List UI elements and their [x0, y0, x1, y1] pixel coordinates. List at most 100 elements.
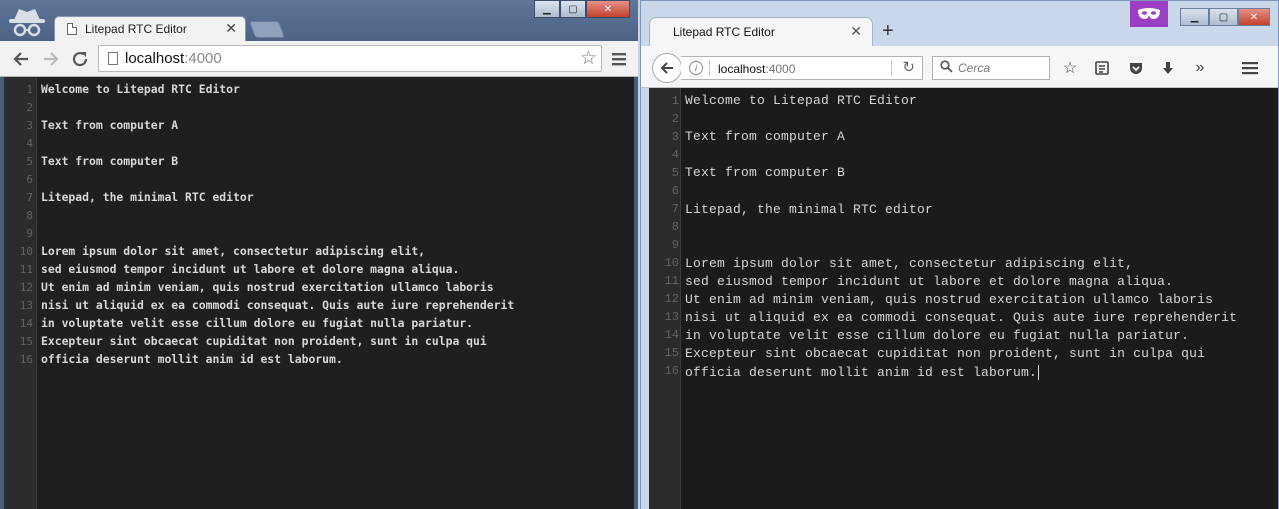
line-number: 2 [671, 112, 679, 126]
line-number: 14 [664, 328, 679, 342]
code-line: in voluptate velit esse cillum dolore eu… [685, 328, 1190, 343]
incognito-icon [9, 9, 45, 37]
line-number: 16 [664, 364, 679, 378]
line-number: 9 [26, 227, 33, 240]
code-line: Excepteur sint obcaecat cupiditat non pr… [685, 346, 1206, 361]
line-number: 11 [19, 263, 33, 276]
line-number-gutter: 1 2 3 4 5 6 7 8 9 10 11 12 13 14 15 16 [649, 88, 681, 509]
code-line: Text from computer A [41, 118, 179, 132]
minimize-button[interactable]: ▁ [1180, 8, 1209, 26]
new-tab-button[interactable]: + [882, 20, 894, 43]
code-line-with-caret: officia deserunt mollit anim id est labo… [685, 365, 1040, 381]
line-number: 8 [26, 209, 33, 222]
back-arrow-icon[interactable] [652, 53, 682, 83]
line-number: 3 [26, 119, 33, 132]
code-line: Litepad, the minimal RTC editor [685, 202, 934, 217]
line-number: 4 [26, 137, 33, 150]
line-number: 6 [26, 173, 33, 186]
text-caret [1038, 365, 1040, 381]
line-number: 16 [19, 353, 33, 366]
code-line: Lorem ipsum dolor sit amet, consectetur … [685, 256, 1134, 271]
divider [709, 60, 710, 76]
search-input[interactable] [958, 60, 1044, 76]
maximize-button[interactable]: ▢ [1209, 8, 1238, 26]
downloads-icon[interactable] [1157, 57, 1179, 79]
code-line: Text from computer A [685, 129, 846, 144]
chrome-window: Litepad RTC Editor ✕ ▁ ▢ ✕ localhost:400… [0, 0, 638, 509]
code-line: Ut enim ad minim veniam, quis nostrud ex… [685, 292, 1214, 307]
firefox-toolbar: i localhost:4000 ↻ ☆ » [641, 46, 1278, 88]
menu-icon[interactable] [1239, 57, 1261, 79]
line-number: 7 [671, 202, 679, 216]
litepad-editor[interactable]: 1 2 3 4 5 6 7 8 9 10 11 12 13 14 15 16 W… [649, 88, 1278, 509]
code-line: Text from computer B [685, 165, 846, 180]
search-icon [940, 60, 953, 76]
firefox-window: Litepad RTC Editor ✕ + ▁ ▢ ✕ i localhost… [640, 0, 1279, 509]
code-line: nisi ut aliquid ex ea commodi consequat.… [41, 298, 515, 312]
line-number-gutter: 1 2 3 4 5 6 7 8 9 10 11 12 13 14 15 16 [4, 77, 37, 509]
pocket-icon[interactable] [1125, 57, 1147, 79]
maximize-button[interactable]: ▢ [560, 0, 586, 18]
chrome-tab-litepad[interactable]: Litepad RTC Editor ✕ [54, 16, 246, 41]
code-line: sed eiusmod tempor incidunt ut labore et… [41, 262, 460, 276]
forward-arrow-icon[interactable] [40, 48, 62, 70]
private-browsing-mask-icon [1130, 1, 1168, 27]
new-tab-button[interactable] [248, 21, 286, 38]
overflow-chevron-icon[interactable]: » [1189, 57, 1211, 79]
bookmark-star-icon[interactable]: ☆ [1059, 57, 1081, 79]
close-button[interactable]: ✕ [586, 0, 630, 18]
line-number: 15 [664, 346, 679, 360]
address-bar[interactable]: localhost:4000 ☆ [98, 45, 602, 72]
chrome-toolbar: localhost:4000 ☆ [0, 41, 638, 77]
close-button[interactable]: ✕ [1238, 8, 1270, 26]
code-line: Ut enim ad minim veniam, quis nostrud ex… [41, 280, 494, 294]
tab-title: Litepad RTC Editor [85, 22, 187, 36]
window-border [641, 88, 649, 509]
code-line: Text from computer B [41, 154, 179, 168]
page-icon [108, 52, 118, 65]
line-number: 2 [26, 101, 33, 114]
code-line: Lorem ipsum dolor sit amet, consectetur … [41, 244, 426, 258]
line-number: 10 [664, 256, 679, 270]
tab-close-icon[interactable]: ✕ [225, 20, 237, 37]
line-number: 13 [19, 299, 33, 312]
line-number: 6 [671, 184, 679, 198]
code-line: nisi ut aliquid ex ea commodi consequat.… [685, 310, 1238, 325]
line-number: 15 [19, 335, 33, 348]
window-controls: ▁ ▢ ✕ [1180, 8, 1270, 26]
line-number: 13 [664, 310, 679, 324]
line-number: 1 [26, 83, 33, 96]
code-line: Litepad, the minimal RTC editor [41, 190, 254, 204]
menu-icon[interactable] [608, 48, 630, 70]
line-number: 9 [671, 238, 679, 252]
code-line: Welcome to Litepad RTC Editor [41, 82, 240, 96]
line-number: 5 [671, 166, 679, 180]
window-border [634, 77, 638, 509]
line-number: 11 [664, 274, 679, 288]
tab-close-icon[interactable]: ✕ [850, 23, 862, 40]
line-number: 12 [664, 292, 679, 306]
search-box[interactable] [932, 56, 1050, 80]
divider [891, 60, 892, 76]
line-number: 5 [26, 155, 33, 168]
bookmark-star-icon[interactable]: ☆ [580, 47, 597, 70]
reload-icon[interactable] [69, 48, 91, 70]
url-text: localhost:4000 [718, 62, 796, 76]
address-bar[interactable]: i localhost:4000 ↻ [681, 56, 923, 80]
back-arrow-icon[interactable] [10, 48, 32, 70]
line-number: 12 [19, 281, 33, 294]
reload-icon[interactable]: ↻ [902, 58, 915, 76]
line-number: 1 [671, 94, 679, 108]
code-line: officia deserunt mollit anim id est labo… [41, 352, 343, 366]
minimize-button[interactable]: ▁ [534, 0, 560, 18]
line-number: 8 [671, 220, 679, 234]
reading-list-icon[interactable] [1091, 57, 1113, 79]
url-text: localhost:4000 [125, 50, 222, 67]
code-line: Excepteur sint obcaecat cupiditat non pr… [41, 334, 487, 348]
window-controls: ▁ ▢ ✕ [534, 0, 630, 18]
litepad-editor[interactable]: 1 2 3 4 5 6 7 8 9 10 11 12 13 14 15 16 W… [4, 77, 634, 509]
site-info-icon[interactable]: i [689, 61, 703, 75]
line-number: 4 [671, 148, 679, 162]
firefox-tab-litepad[interactable]: Litepad RTC Editor ✕ [649, 17, 873, 46]
line-number: 7 [26, 191, 33, 204]
